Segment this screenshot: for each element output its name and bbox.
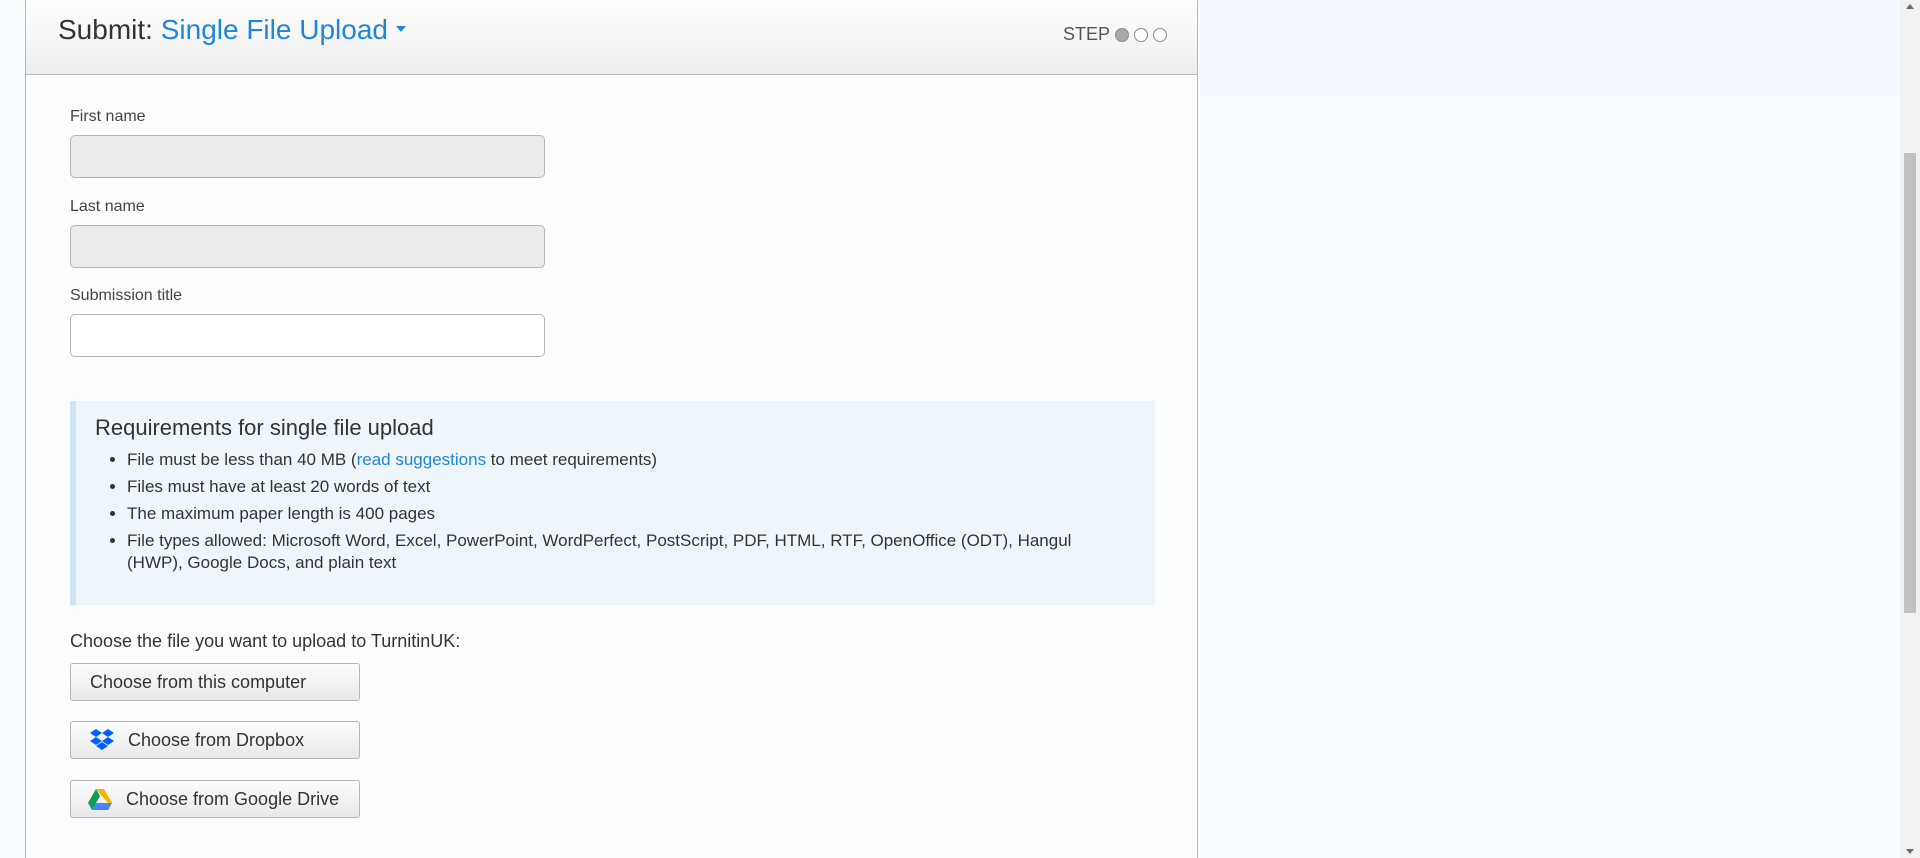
dropbox-icon [88,727,116,753]
choose-from-computer-button[interactable]: Choose from this computer [70,663,360,701]
choose-from-google-drive-label: Choose from Google Drive [126,788,340,809]
upload-mode-dropdown[interactable]: Single File Upload [161,14,406,45]
page-title: Submit: Single File Upload [58,14,406,46]
upload-mode-label: Single File Upload [160,14,388,45]
panel-header: Submit: Single File Upload STEP [26,0,1197,75]
top-banner-tint [1200,0,1900,95]
scroll-down-arrow-icon[interactable] [1906,849,1914,854]
requirements-list: File must be less than 40 MB (read sugge… [95,449,1155,574]
submission-title-field[interactable] [70,314,545,357]
requirement-pages: The maximum paper length is 400 pages [127,503,1155,525]
step-dot-3 [1153,27,1167,42]
requirement-size-text-before: File must be less than 40 MB ( [127,450,357,469]
page-scrollbar[interactable] [1900,0,1920,858]
caret-down-icon [395,25,406,32]
choose-file-label: Choose the file you want to upload to Tu… [70,631,461,651]
first-name-field[interactable] [70,135,545,178]
step-dot-2 [1134,27,1148,42]
scrollbar-thumb[interactable] [1904,153,1916,613]
choose-from-google-drive-button[interactable]: Choose from Google Drive [70,780,360,818]
requirements-box: Requirements for single file upload File… [70,401,1155,605]
title-prefix: Submit: [58,14,153,45]
requirement-words: Files must have at least 20 words of tex… [127,476,1155,498]
choose-from-dropbox-label: Choose from Dropbox [128,729,305,750]
step-indicator: STEP [1063,24,1167,45]
submission-title-label: Submission title [70,287,183,304]
requirement-file-types: File types allowed: Microsoft Word, Exce… [127,530,1155,574]
read-suggestions-link[interactable]: read suggestions [357,450,486,469]
step-label: STEP [1062,24,1110,44]
submission-panel: Submit: Single File Upload STEP First na… [25,0,1198,858]
google-drive-icon [86,786,114,812]
first-name-label: First name [70,108,146,125]
choose-from-dropbox-button[interactable]: Choose from Dropbox [70,721,360,759]
requirement-size-text-after: to meet requirements) [486,450,658,469]
requirements-title: Requirements for single file upload [95,415,434,440]
choose-from-computer-label: Choose from this computer [90,671,307,692]
step-dot-1 [1115,27,1129,42]
last-name-label: Last name [70,198,145,215]
requirement-size: File must be less than 40 MB (read sugge… [127,449,1155,471]
scroll-up-arrow-icon[interactable] [1906,4,1914,9]
last-name-field[interactable] [70,225,545,268]
